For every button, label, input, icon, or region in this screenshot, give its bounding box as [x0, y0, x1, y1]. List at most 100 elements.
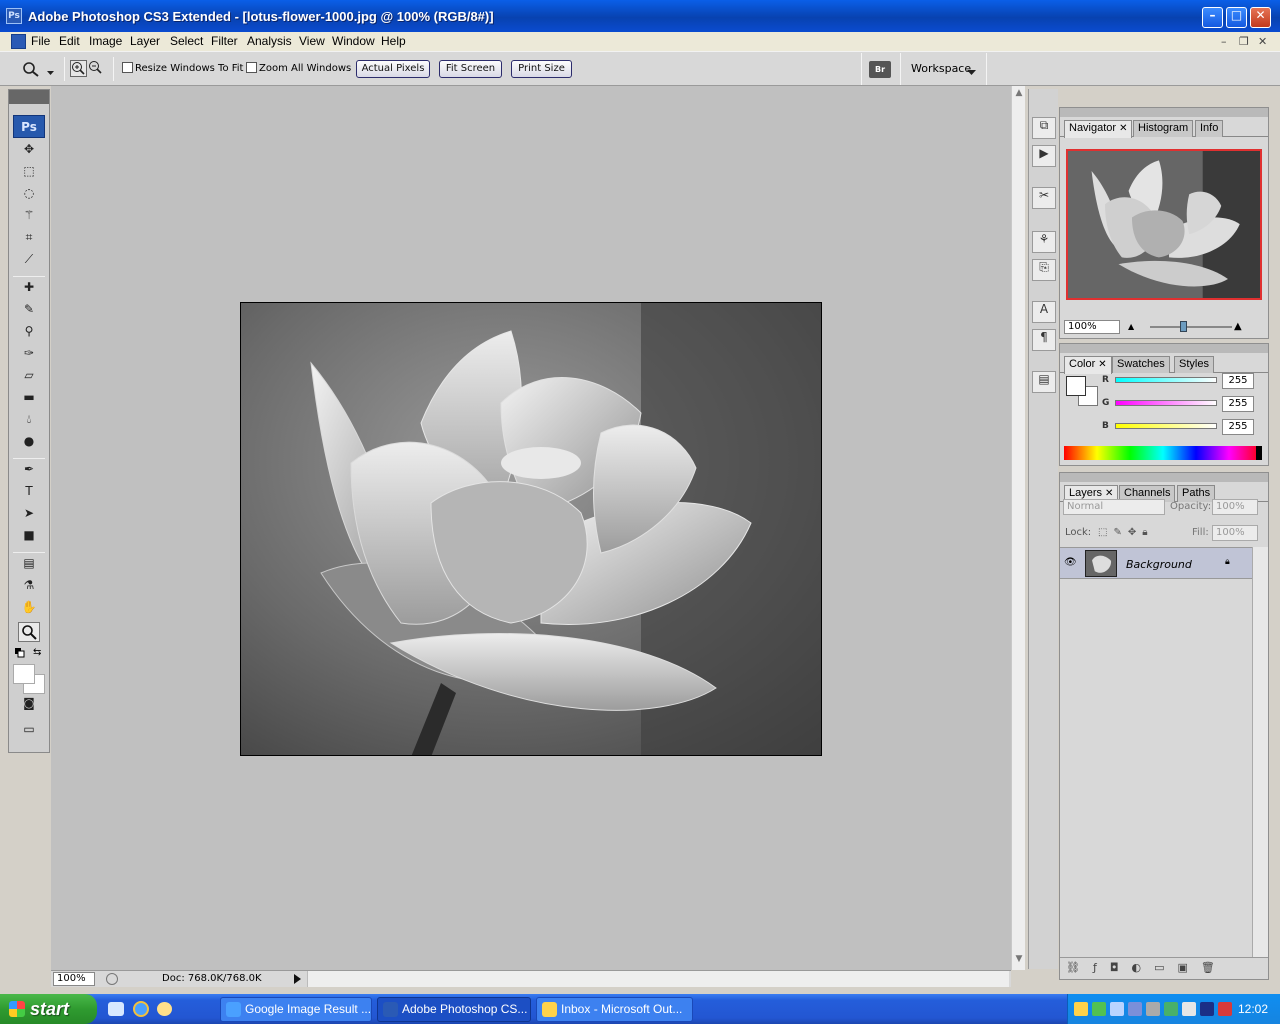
- clone-source-icon[interactable]: ⎘: [1032, 259, 1056, 281]
- blue-value-field[interactable]: 255: [1222, 419, 1254, 435]
- tray-device-icon[interactable]: [1182, 1002, 1196, 1016]
- maximize-button[interactable]: □: [1226, 7, 1247, 28]
- lotus-flower-image[interactable]: [240, 302, 822, 756]
- tray-alert-icon[interactable]: [1218, 1002, 1232, 1016]
- character-panel-icon[interactable]: A: [1032, 301, 1056, 323]
- type-tool-icon[interactable]: T: [18, 484, 40, 504]
- doc-minimize-button[interactable]: –: [1221, 35, 1227, 48]
- actions-panel-icon[interactable]: ▶: [1032, 145, 1056, 167]
- tray-network-icon[interactable]: [1092, 1002, 1106, 1016]
- magic-wand-icon[interactable]: ⚚: [18, 208, 40, 228]
- menu-layer[interactable]: Layer: [130, 34, 160, 48]
- panel-header[interactable]: [1060, 473, 1268, 482]
- move-tool-icon[interactable]: ✥: [18, 142, 40, 162]
- color-foreground-swatch[interactable]: [1066, 376, 1086, 396]
- actual-pixels-button[interactable]: Actual Pixels: [356, 60, 430, 78]
- menu-select[interactable]: Select: [170, 34, 203, 48]
- gradient-tool-icon[interactable]: ▬: [18, 390, 40, 410]
- horizontal-scrollbar[interactable]: [307, 971, 1009, 987]
- blue-slider[interactable]: [1115, 423, 1217, 429]
- menu-file[interactable]: File: [31, 34, 50, 48]
- fit-screen-button[interactable]: Fit Screen: [439, 60, 502, 78]
- green-slider[interactable]: [1115, 400, 1217, 406]
- status-preview-icon[interactable]: [106, 973, 118, 985]
- menu-analysis[interactable]: Analysis: [247, 34, 292, 48]
- navigator-zoom-slider[interactable]: [1150, 326, 1232, 328]
- menu-window[interactable]: Window: [332, 34, 375, 48]
- tab-swatches[interactable]: Swatches: [1112, 356, 1170, 373]
- navigator-slider-thumb[interactable]: [1180, 321, 1187, 332]
- title-bar[interactable]: Ps Adobe Photoshop CS3 Extended - [lotus…: [0, 0, 1280, 32]
- doc-close-button[interactable]: ✕: [1258, 35, 1267, 48]
- workspace-button[interactable]: Workspace: [911, 62, 971, 75]
- resize-windows-checkbox[interactable]: Resize Windows To Fit: [122, 62, 243, 74]
- layers-footer-icons[interactable]: ⛓ƒ◘◐▭▣🗑︎: [1060, 957, 1268, 979]
- zoom-level-field[interactable]: 100%: [53, 972, 95, 986]
- tray-gear-icon[interactable]: [1164, 1002, 1178, 1016]
- menu-view[interactable]: View: [299, 34, 325, 48]
- tab-color[interactable]: Color✕: [1064, 356, 1112, 374]
- tray-display-icon[interactable]: [1128, 1002, 1142, 1016]
- close-tab-icon[interactable]: ✕: [1098, 359, 1106, 370]
- zoom-tool-preset-icon[interactable]: [22, 61, 40, 77]
- zoom-out-mountain-icon[interactable]: ▲: [1128, 322, 1138, 332]
- bridge-icon[interactable]: Br: [869, 61, 891, 78]
- tab-styles[interactable]: Styles: [1174, 356, 1214, 373]
- doc-restore-button[interactable]: ❐: [1239, 35, 1249, 48]
- doc-size-info[interactable]: Doc: 768.0K/768.0K: [162, 973, 262, 984]
- task-outlook[interactable]: Inbox - Microsoft Out...: [536, 997, 693, 1022]
- quicklaunch-desktop-icon[interactable]: [108, 1002, 124, 1016]
- task-photoshop[interactable]: Adobe Photoshop CS...: [377, 997, 531, 1022]
- tray-safe-icon[interactable]: [1146, 1002, 1160, 1016]
- scroll-down-arrow[interactable]: ▼: [1012, 954, 1026, 964]
- blend-mode-select[interactable]: Normal: [1063, 499, 1165, 515]
- zoom-all-windows-checkbox[interactable]: Zoom All Windows: [246, 62, 351, 74]
- toolbox-header[interactable]: [9, 90, 49, 104]
- tab-info[interactable]: Info: [1195, 120, 1223, 137]
- tab-paths[interactable]: Paths: [1177, 485, 1215, 502]
- default-colors-icon[interactable]: [15, 648, 25, 658]
- paragraph-panel-icon[interactable]: ¶: [1032, 329, 1056, 351]
- history-panel-icon[interactable]: ⧉: [1032, 117, 1056, 139]
- marquee-tool-icon[interactable]: ⬚: [18, 164, 40, 184]
- pen-tool-icon[interactable]: ✒: [18, 462, 40, 482]
- clock[interactable]: 12:02: [1238, 1002, 1268, 1016]
- brush-tool-icon[interactable]: ✎: [18, 302, 40, 322]
- tab-navigator[interactable]: Navigator✕: [1064, 120, 1132, 138]
- green-value-field[interactable]: 255: [1222, 396, 1254, 412]
- layer-name[interactable]: Background: [1126, 558, 1192, 571]
- color-spectrum-bar[interactable]: [1064, 446, 1262, 460]
- quicklaunch-outlook-icon[interactable]: [157, 1002, 172, 1016]
- print-size-button[interactable]: Print Size: [511, 60, 572, 78]
- navigator-thumbnail[interactable]: [1066, 149, 1262, 300]
- close-button[interactable]: ✕: [1250, 7, 1271, 28]
- workspace-dropdown-icon[interactable]: [967, 66, 976, 72]
- history-brush-icon[interactable]: ✑: [18, 346, 40, 366]
- clone-stamp-icon[interactable]: ⚲: [18, 324, 40, 344]
- menu-filter[interactable]: Filter: [211, 34, 238, 48]
- crop-tool-icon[interactable]: ⌗: [18, 230, 40, 250]
- start-button[interactable]: start: [0, 994, 97, 1024]
- menu-edit[interactable]: Edit: [59, 34, 80, 48]
- layers-scrollbar[interactable]: [1252, 547, 1268, 957]
- notes-tool-icon[interactable]: ▤: [18, 556, 40, 576]
- hand-tool-icon[interactable]: ✋: [18, 600, 40, 620]
- panel-header[interactable]: [1060, 108, 1268, 117]
- close-tab-icon[interactable]: ✕: [1105, 488, 1113, 499]
- shape-tool-icon[interactable]: ■: [18, 528, 40, 548]
- opacity-field[interactable]: 100%: [1212, 499, 1258, 515]
- fill-field[interactable]: 100%: [1212, 525, 1258, 541]
- slice-tool-icon[interactable]: ⟋: [18, 252, 40, 272]
- status-menu-arrow-icon[interactable]: [294, 974, 302, 984]
- quicklaunch-ie-icon[interactable]: [133, 1001, 149, 1017]
- photoshop-logo[interactable]: Ps: [13, 115, 45, 138]
- zoom-in-mountain-icon[interactable]: ▲: [1234, 321, 1250, 331]
- eraser-tool-icon[interactable]: ▱: [18, 368, 40, 388]
- quick-mask-icon[interactable]: ◙: [18, 696, 40, 716]
- lasso-tool-icon[interactable]: ◌: [18, 186, 40, 206]
- healing-brush-icon[interactable]: ✚: [18, 280, 40, 300]
- dodge-tool-icon[interactable]: ●: [18, 434, 40, 454]
- foreground-color-swatch-front[interactable]: [13, 664, 35, 684]
- close-tab-icon[interactable]: ✕: [1119, 123, 1127, 134]
- vertical-scrollbar[interactable]: ▲ ▼: [1011, 86, 1025, 970]
